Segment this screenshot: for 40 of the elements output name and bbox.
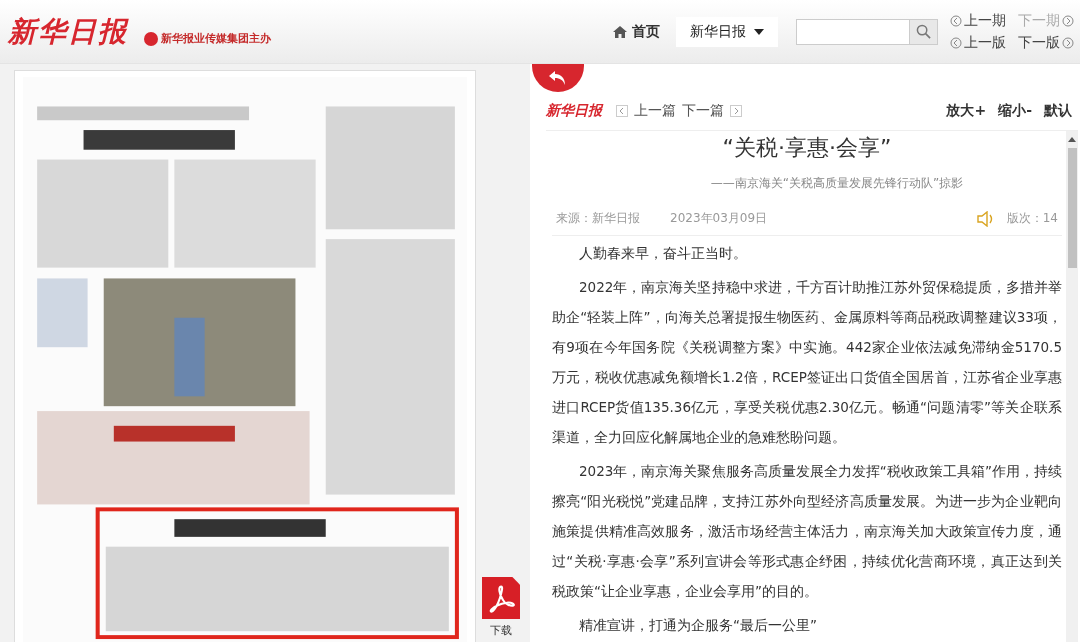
- article-paragraph: 2022年，南京海关坚持稳中求进，千方百计助推江苏外贸保稳提质，多措并举助企“轻装上阵”，向海关总署提报生物医药、金属原料等商品税政调整建议33项，有9项在今年国务院《关税调整方案》中实施。442家企业依法减免滞纳金5170.5万元，税收优惠减免额增长1.2倍，RCEP签证出口货值全国居首，江苏省企业享惠进口RCEP货值135.36亿元，享受关税优惠2.30亿元。畅通“问题清零”等关企联系渠道，全力回应化解属地企业的急难愁盼问题。: [552, 278, 1062, 447]
- search-icon: [916, 24, 931, 39]
- home-icon: [613, 25, 627, 38]
- edition-nav-link[interactable]: 下一版: [1018, 33, 1074, 52]
- pdf-download-button[interactable]: 下载: [482, 577, 520, 638]
- right-chevron-icon: [1062, 14, 1074, 27]
- newspaper-logo: 新华日报: [546, 102, 602, 120]
- home-link[interactable]: 首页: [613, 22, 660, 41]
- article-paragraph: 人勤春来早，奋斗正当时。: [578, 244, 748, 263]
- article-subtitle: ——南京海关“关税高质量发展先锋行动队”掠影: [709, 175, 965, 192]
- back-button[interactable]: [532, 64, 584, 92]
- back-arrow-icon: [548, 70, 568, 86]
- article-title: “关税·享惠·会享”: [721, 134, 893, 162]
- zoom-in-link[interactable]: 放大+: [946, 102, 987, 120]
- previous-icon: [616, 105, 628, 117]
- paper-dropdown[interactable]: 新华日报: [676, 16, 778, 47]
- speaker-icon[interactable]: [976, 210, 995, 227]
- search-button[interactable]: [910, 18, 938, 45]
- edition-nav-link[interactable]: 上一版: [950, 33, 1006, 52]
- left-chevron-icon: [950, 14, 962, 27]
- edition-nav-link[interactable]: 上一期: [950, 11, 1006, 30]
- sponsor-text: 新华报业传媒集团主办: [161, 31, 271, 46]
- default-size-link[interactable]: 默认: [1044, 102, 1072, 120]
- emblem-icon: [144, 31, 158, 46]
- edition-text: 版次：14: [1006, 210, 1058, 227]
- article-paragraph: 2023年，南京海关聚焦服务高质量发展全力发挥“税收政策工具箱”作用，持续擦亮“阳光税悦”党建品牌，支持江苏外向型经济高质量发展。为进一步为企业靶向施策提供精准高效服务，激活市场经营主体活力，南京海关加大政策宣传力度，通过“关税·享惠·会享”系列宣讲会等形式惠企纾困，持续优化营商环境，真正达到关税政策“让企业享惠，企业会享用”的目的。: [552, 462, 1062, 601]
- article-paragraph: 精准宣讲，打通为企服务“最后一公里”: [578, 616, 818, 635]
- search-field[interactable]: [796, 18, 910, 45]
- newspaper-logo[interactable]: 新华日报: [8, 12, 128, 51]
- zoom-out-link[interactable]: 缩小-: [998, 102, 1032, 120]
- scrollbar[interactable]: [1066, 131, 1078, 642]
- previous-article-link[interactable]: 上一篇: [634, 102, 676, 120]
- caret-icon: [754, 28, 764, 35]
- next-article-link[interactable]: 下一篇: [682, 102, 724, 120]
- source-text: 来源：新华日报: [556, 210, 640, 227]
- next-icon: [730, 105, 742, 117]
- right-chevron-icon: [1062, 36, 1074, 49]
- pdf-icon: [482, 577, 520, 619]
- left-chevron-icon: [950, 36, 962, 49]
- date-text: 2023年03月09日: [670, 210, 768, 227]
